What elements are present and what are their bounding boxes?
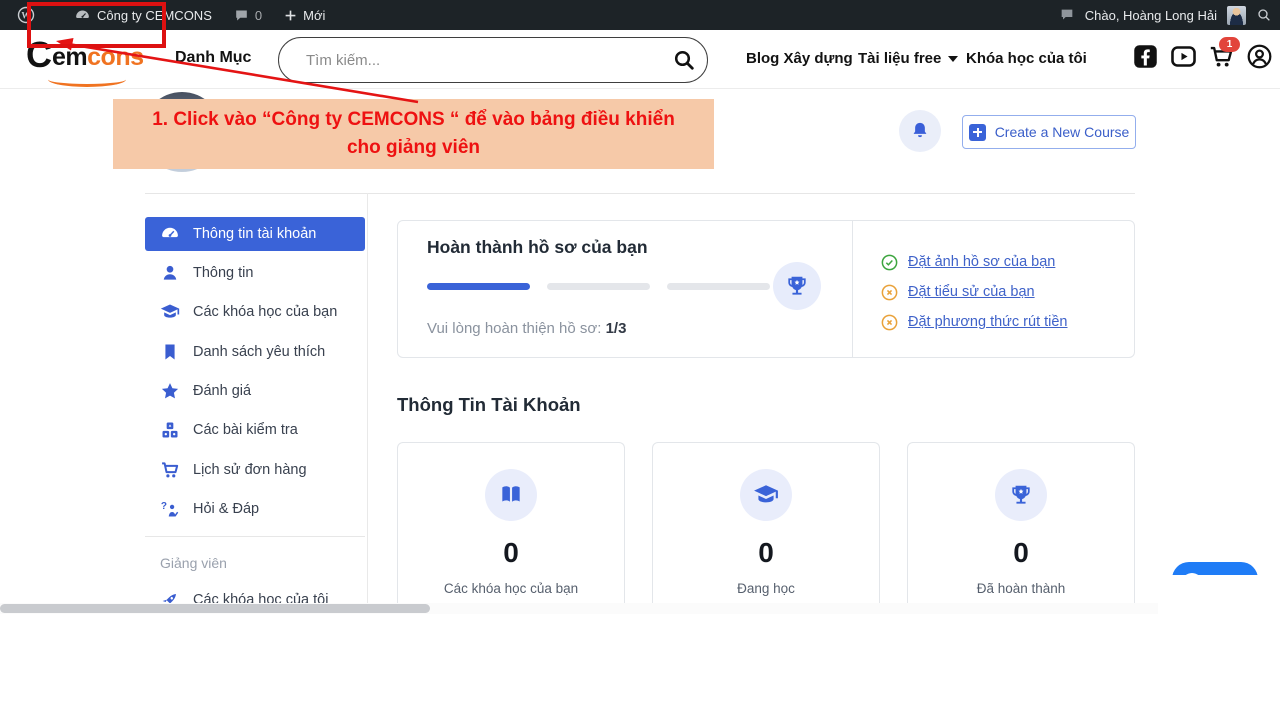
checklist-link-photo[interactable]: Đặt ảnh hồ sơ của bạn xyxy=(908,254,1055,270)
admin-search-icon[interactable] xyxy=(1256,7,1272,23)
stat-card-enrolled: 0 Đang học xyxy=(652,442,880,614)
sidebar-section-giang-vien: Giảng viên xyxy=(160,555,227,571)
graduation-cap-icon xyxy=(160,304,180,318)
stat-card-your-courses: 0 Các khóa học của bạn xyxy=(397,442,625,614)
graduation-cap-icon xyxy=(754,485,778,503)
trophy-icon xyxy=(788,276,806,295)
footer-whitespace xyxy=(0,614,1280,720)
progress-segment-2 xyxy=(547,283,650,290)
wp-admin-bar: W Công ty CEMCONS 0 Mới Chào, Hoàng Long… xyxy=(0,0,1280,30)
progress-segment-1 xyxy=(427,283,530,290)
facebook-icon[interactable] xyxy=(1132,43,1159,70)
svg-text:?: ? xyxy=(161,501,167,512)
account-icon[interactable] xyxy=(1246,43,1273,70)
open-book-icon xyxy=(502,486,520,502)
comment-bubble-icon xyxy=(236,10,247,20)
page: W Công ty CEMCONS 0 Mới Chào, Hoàng Long… xyxy=(0,0,1280,720)
checklist-link-bio[interactable]: Đặt tiểu sử của bạn xyxy=(908,284,1035,300)
admin-greeting[interactable]: Chào, Hoàng Long Hải xyxy=(1085,8,1217,23)
stat-value: 0 xyxy=(1013,537,1029,568)
search-icon xyxy=(674,50,694,70)
checklist-item-withdrawal: Đặt phương thức rút tiền xyxy=(880,312,1068,332)
nav-tai-lieu-free[interactable]: Tài liệu free xyxy=(858,50,959,67)
user-icon xyxy=(163,265,177,280)
admin-new-label: Mới xyxy=(303,7,326,23)
screen-bubble-icon[interactable] xyxy=(1059,7,1075,23)
stat-icon-circle xyxy=(485,469,537,521)
cart-icon[interactable]: 1 xyxy=(1208,37,1240,70)
trophy-icon xyxy=(1012,485,1030,504)
sidebar-item-cac-bai-kiem-tra[interactable]: Các bài kiểm tra xyxy=(145,413,365,447)
admin-new-button[interactable]: Mới xyxy=(276,0,333,30)
sidebar-item-hoi-dap[interactable]: ? Hỏi & Đáp xyxy=(145,492,365,526)
admin-comments-count: 0 xyxy=(254,7,263,23)
chat-widget-cover xyxy=(1158,575,1280,625)
notification-button[interactable] xyxy=(899,110,941,152)
profile-card-title: Hoàn thành hồ sơ của bạn xyxy=(427,237,648,257)
x-circle-icon xyxy=(881,284,898,300)
horizontal-scrollbar-thumb[interactable] xyxy=(0,604,430,613)
search-bar xyxy=(278,37,708,83)
progress-segment-3 xyxy=(667,283,770,290)
profile-trophy-badge xyxy=(773,262,821,310)
nav-khoa-hoc-cua-toi[interactable]: Khóa học của tôi xyxy=(966,50,1087,67)
stat-icon-circle xyxy=(995,469,1047,521)
annotation-callout: 1. Click vào “Công ty CEMCONS “ để vào b… xyxy=(113,99,714,169)
stat-value: 0 xyxy=(758,537,774,568)
checklist-item-photo: Đặt ảnh hồ sơ của bạn xyxy=(880,252,1055,272)
x-circle-icon xyxy=(881,314,898,330)
star-icon xyxy=(161,383,179,399)
sidebar-item-danh-gia[interactable]: Đánh giá xyxy=(145,374,365,408)
search-button[interactable] xyxy=(661,40,707,80)
bell-icon xyxy=(913,122,927,138)
sidebar-item-danh-sach-yeu-thich[interactable]: Danh sách yêu thích xyxy=(145,335,365,369)
blocks-icon xyxy=(162,422,178,438)
stat-icon-circle xyxy=(740,469,792,521)
sidebar-divider xyxy=(367,193,368,610)
youtube-icon[interactable] xyxy=(1170,43,1197,70)
check-circle-icon xyxy=(881,254,898,270)
account-section-heading: Thông Tin Tài Khoản xyxy=(397,394,581,415)
stat-card-completed: 0 Đã hoàn thành xyxy=(907,442,1135,614)
dashboard-icon xyxy=(162,227,178,238)
chevron-down-icon xyxy=(948,55,959,62)
logo-swoosh xyxy=(48,72,126,87)
search-input[interactable] xyxy=(304,50,661,70)
plus-square-icon xyxy=(968,123,986,141)
admin-avatar[interactable] xyxy=(1227,5,1246,25)
sidebar-item-cac-khoa-hoc-cua-ban[interactable]: Các khóa học của bạn xyxy=(145,295,365,329)
admin-comments[interactable]: 0 xyxy=(226,0,270,30)
stat-value: 0 xyxy=(503,537,519,568)
cart-badge: 1 xyxy=(1219,37,1240,52)
plus-icon xyxy=(285,10,296,20)
order-history-cart-icon xyxy=(162,462,179,478)
content-divider xyxy=(145,193,1135,194)
nav-blog[interactable]: Blog Xây dựng xyxy=(746,50,853,67)
sidebar-section-divider xyxy=(145,536,365,537)
header-icon-group: 1 xyxy=(1132,37,1273,70)
stat-label: Đang học xyxy=(737,581,795,596)
create-course-button[interactable]: Create a New Course xyxy=(962,115,1136,149)
profile-progress-note: Vui lòng hoàn thiện hồ sơ: 1/3 xyxy=(427,320,627,337)
annotation-step-text: 1. Click vào “Công ty CEMCONS “ để vào b… xyxy=(152,108,675,159)
stat-label: Các khóa học của bạn xyxy=(443,581,579,596)
sidebar-item-thong-tin[interactable]: Thông tin xyxy=(145,256,365,290)
question-answer-icon: ? xyxy=(161,501,179,517)
profile-progress-value: 1/3 xyxy=(605,320,627,337)
stat-label: Đã hoàn thành xyxy=(976,581,1066,596)
menu-danh-muc[interactable]: Danh Mục xyxy=(175,49,251,67)
sidebar-item-lich-su-don-hang[interactable]: Lịch sử đơn hàng xyxy=(145,453,365,487)
checklist-link-withdrawal[interactable]: Đặt phương thức rút tiền xyxy=(908,314,1068,330)
checklist-item-bio: Đặt tiểu sử của bạn xyxy=(880,282,1035,302)
profile-card-divider xyxy=(852,220,853,358)
annotation-highlight-rect xyxy=(27,2,166,48)
sidebar-item-thong-tin-tai-khoan[interactable]: Thông tin tài khoản xyxy=(145,217,365,251)
bookmark-icon xyxy=(165,344,175,360)
